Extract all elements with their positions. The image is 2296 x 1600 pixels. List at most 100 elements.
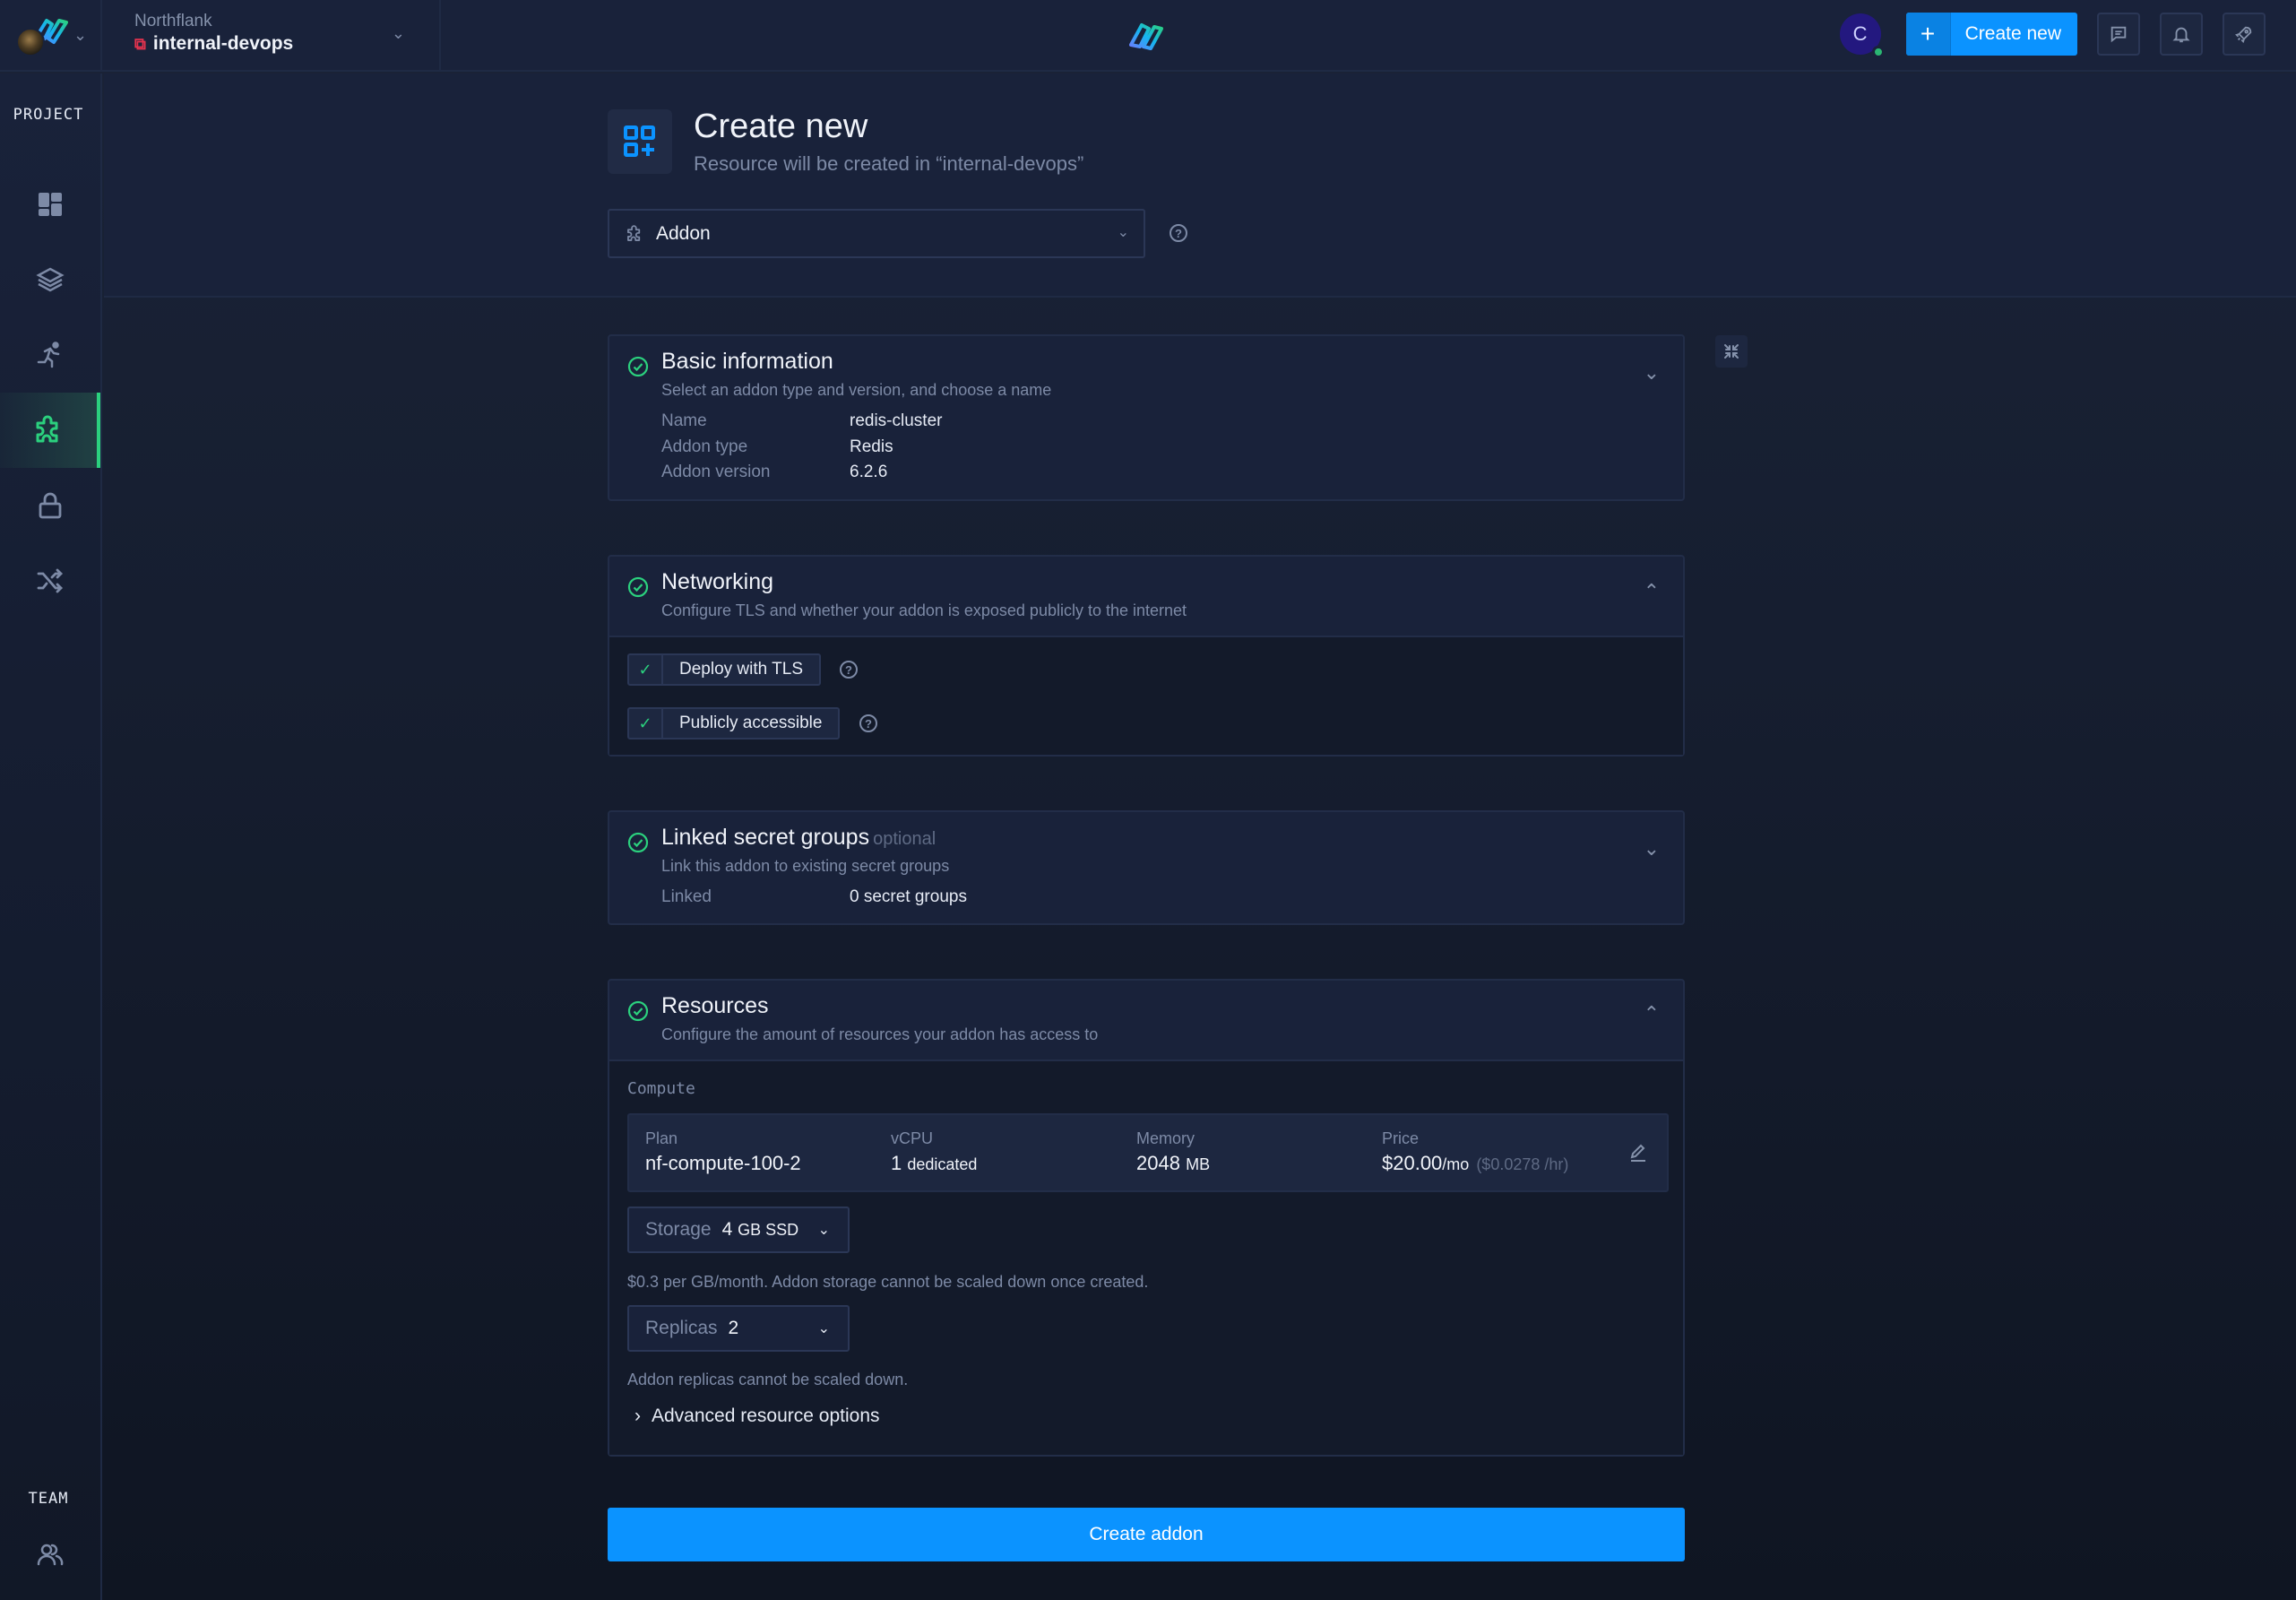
replicas-select[interactable]: Replicas 2 ⌄ — [627, 1305, 850, 1352]
create-addon-button[interactable]: Create addon — [608, 1508, 1685, 1561]
sidebar-item-services[interactable] — [0, 242, 100, 317]
basic-information-header[interactable]: Basic information Select an addon type a… — [609, 336, 1683, 399]
deploy-button[interactable] — [2223, 13, 2266, 56]
publicly-accessible-checkbox[interactable]: ✓ Publicly accessible — [627, 707, 841, 739]
field-label: Addon version — [661, 463, 771, 481]
storage-hint: $0.3 per GB/month. Addon storage cannot … — [627, 1273, 1149, 1291]
page-title: Create new — [694, 108, 868, 145]
price-column: Price $20.00/mo ($0.0278 /hr) — [1382, 1129, 1568, 1175]
create-resource-icon — [608, 109, 672, 174]
sidebar-item-pipelines[interactable] — [0, 543, 100, 618]
basic-information-section: Basic information Select an addon type a… — [608, 334, 1685, 501]
help-icon[interactable]: ? — [840, 661, 858, 679]
price-value-row: $20.00/mo ($0.0278 /hr) — [1382, 1152, 1568, 1175]
advanced-options-label: Advanced resource options — [652, 1405, 880, 1426]
sidebar-item-secrets[interactable] — [0, 468, 100, 543]
check-circle-icon — [627, 356, 649, 377]
messages-button[interactable] — [2097, 13, 2140, 56]
storage-label: Storage — [645, 1219, 712, 1240]
memory-unit: MB — [1186, 1155, 1211, 1173]
replicas-value: 2 — [728, 1318, 739, 1338]
online-status-dot — [1871, 46, 1885, 58]
advanced-resource-options-toggle[interactable]: › Advanced resource options — [634, 1405, 880, 1427]
field-label: Linked — [661, 887, 712, 906]
sidebar-item-addons[interactable] — [0, 393, 100, 468]
account-avatar — [16, 28, 45, 56]
sidebar-item-team-members[interactable] — [0, 1517, 100, 1592]
running-job-icon — [37, 342, 60, 368]
resource-type-select[interactable]: Addon ⌄ — [608, 209, 1145, 258]
grid-plus-icon — [624, 125, 655, 157]
replicas-label: Replicas — [645, 1318, 718, 1338]
replicas-hint: Addon replicas cannot be scaled down. — [627, 1371, 909, 1388]
edit-pencil-icon[interactable] — [1627, 1142, 1649, 1163]
deploy-with-tls-checkbox[interactable]: ✓ Deploy with TLS — [627, 653, 821, 686]
chevron-down-icon[interactable]: ⌄ — [1644, 837, 1660, 861]
optional-tag: optional — [873, 829, 937, 849]
networking-section: Networking Configure TLS and whether you… — [608, 555, 1685, 757]
vcpu-column: vCPU 1 dedicated — [891, 1129, 977, 1175]
price-hourly: ($0.0278 /hr) — [1476, 1155, 1569, 1173]
vcpu-value: 1 — [891, 1152, 902, 1174]
plan-value: nf-compute-100-2 — [645, 1152, 801, 1174]
section-description: Configure the amount of resources your a… — [661, 1025, 1099, 1043]
users-icon — [37, 1544, 64, 1566]
resources-section: Resources Configure the amount of resour… — [608, 979, 1685, 1457]
help-icon[interactable]: ? — [1170, 224, 1187, 242]
compute-plan-summary: Plan nf-compute-100-2 vCPU 1 dedicated M… — [627, 1113, 1669, 1192]
dashboard-icon — [39, 193, 62, 216]
section-description: Link this addon to existing secret group… — [661, 857, 950, 875]
sidebar-section-team: TEAM — [28, 1490, 69, 1508]
resource-type-value: Addon — [656, 222, 711, 244]
sidebar-item-jobs[interactable] — [0, 317, 100, 393]
chevron-down-icon: ⌄ — [391, 24, 405, 42]
sidebar-item-dashboard[interactable] — [0, 167, 100, 242]
checkmark-icon: ✓ — [629, 709, 663, 738]
bell-icon — [2172, 27, 2190, 43]
user-avatar[interactable]: C — [1839, 13, 1885, 58]
memory-column: Memory 2048 MB — [1136, 1129, 1210, 1175]
networking-header[interactable]: Networking Configure TLS and whether you… — [609, 557, 1683, 619]
plan-label: Plan — [645, 1129, 678, 1147]
checkbox-label: Deploy with TLS — [679, 660, 803, 679]
create-new-button[interactable]: + Create new — [1905, 13, 2077, 56]
section-title-text: Linked secret groups — [661, 825, 870, 850]
compute-label: Compute — [627, 1079, 695, 1098]
check-circle-icon — [627, 1000, 649, 1022]
northflank-logo-icon[interactable] — [1127, 22, 1165, 50]
collapse-arrows-icon — [1724, 344, 1739, 359]
memory-value-row: 2048 MB — [1136, 1152, 1210, 1175]
layers-icon — [36, 267, 65, 292]
field-value: 0 secret groups — [850, 887, 967, 906]
section-description: Select an addon type and version, and ch… — [661, 381, 1052, 399]
vcpu-label: vCPU — [891, 1129, 934, 1147]
plus-icon: + — [1905, 13, 1951, 56]
chevron-down-icon[interactable]: ⌄ — [1644, 361, 1660, 385]
org-name: Northflank — [134, 12, 212, 30]
section-description: Configure TLS and whether your addon is … — [661, 601, 1187, 619]
puzzle-addon-icon — [627, 224, 641, 241]
plan-column: Plan nf-compute-100-2 — [645, 1129, 801, 1175]
collapse-all-button[interactable] — [1715, 335, 1748, 368]
storage-select[interactable]: Storage 4 GB SSD ⌄ — [627, 1206, 850, 1253]
linked-secret-groups-header[interactable]: Linked secret groups optional Link this a… — [609, 812, 1683, 875]
notifications-button[interactable] — [2160, 13, 2203, 56]
project-switcher[interactable]: Northflank ⧉ internal-devops ⌄ — [102, 0, 441, 71]
chevron-up-icon[interactable]: ⌃ — [1644, 1002, 1660, 1025]
chevron-down-icon: ⌄ — [817, 1223, 830, 1238]
resources-header[interactable]: Resources Configure the amount of resour… — [609, 981, 1683, 1043]
rocket-icon — [2235, 26, 2252, 43]
price-unit: /mo — [1442, 1155, 1470, 1173]
help-icon[interactable]: ? — [859, 714, 877, 732]
chevron-down-icon: ⌄ — [1117, 225, 1129, 240]
account-switcher[interactable]: ⌄ — [0, 0, 102, 71]
project-cube-icon: ⧉ — [134, 34, 146, 53]
chevron-up-icon[interactable]: ⌃ — [1644, 580, 1660, 603]
field-value: redis-cluster — [850, 411, 943, 430]
puzzle-addon-icon — [36, 415, 58, 443]
networking-body: ✓ Deploy with TLS ? ✓ Publicly accessibl… — [609, 636, 1683, 755]
field-value: 6.2.6 — [850, 463, 888, 481]
memory-value: 2048 — [1136, 1152, 1180, 1174]
field-label: Addon type — [661, 437, 748, 456]
checkbox-label: Publicly accessible — [679, 714, 823, 732]
